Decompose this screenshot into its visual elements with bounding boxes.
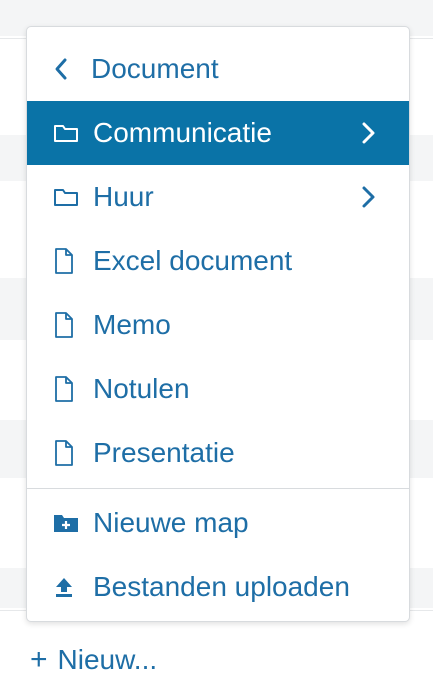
file-icon [53, 309, 93, 341]
folder-plus-icon [53, 507, 93, 539]
template-item-notulen[interactable]: Notulen [27, 357, 409, 421]
folder-icon [53, 181, 93, 213]
folder-label: Huur [93, 181, 154, 212]
folder-item-communicatie[interactable]: Communicatie [27, 101, 409, 165]
plus-icon: + [30, 643, 48, 676]
upload-files-action[interactable]: Bestanden uploaden [27, 555, 409, 619]
template-label: Memo [93, 309, 171, 340]
new-button[interactable]: + Nieuw... [30, 640, 157, 680]
template-label: Notulen [93, 373, 190, 404]
template-item-memo[interactable]: Memo [27, 293, 409, 357]
file-icon [53, 373, 93, 405]
new-button-label: Nieuw... [57, 644, 158, 675]
new-folder-action[interactable]: Nieuwe map [27, 491, 409, 555]
upload-label: Bestanden uploaden [93, 571, 350, 602]
template-label: Presentatie [93, 437, 235, 468]
chevron-left-icon [51, 53, 91, 85]
upload-icon [53, 571, 93, 603]
template-item-excel-document[interactable]: Excel document [27, 229, 409, 293]
chevron-right-icon [359, 182, 379, 212]
folder-item-huur[interactable]: Huur [27, 165, 409, 229]
template-item-presentatie[interactable]: Presentatie [27, 421, 409, 485]
folder-icon [53, 117, 93, 149]
file-icon [53, 437, 93, 469]
menu-divider [27, 488, 409, 489]
folder-label: Communicatie [93, 117, 272, 148]
new-item-dropdown-menu: Document Communicatie Huur Excel documen… [26, 26, 410, 622]
chevron-right-icon [359, 118, 379, 148]
back-label: Document [91, 53, 219, 84]
back-to-document[interactable]: Document [27, 37, 409, 101]
new-folder-label: Nieuwe map [93, 507, 249, 538]
file-icon [53, 245, 93, 277]
template-label: Excel document [93, 245, 293, 276]
